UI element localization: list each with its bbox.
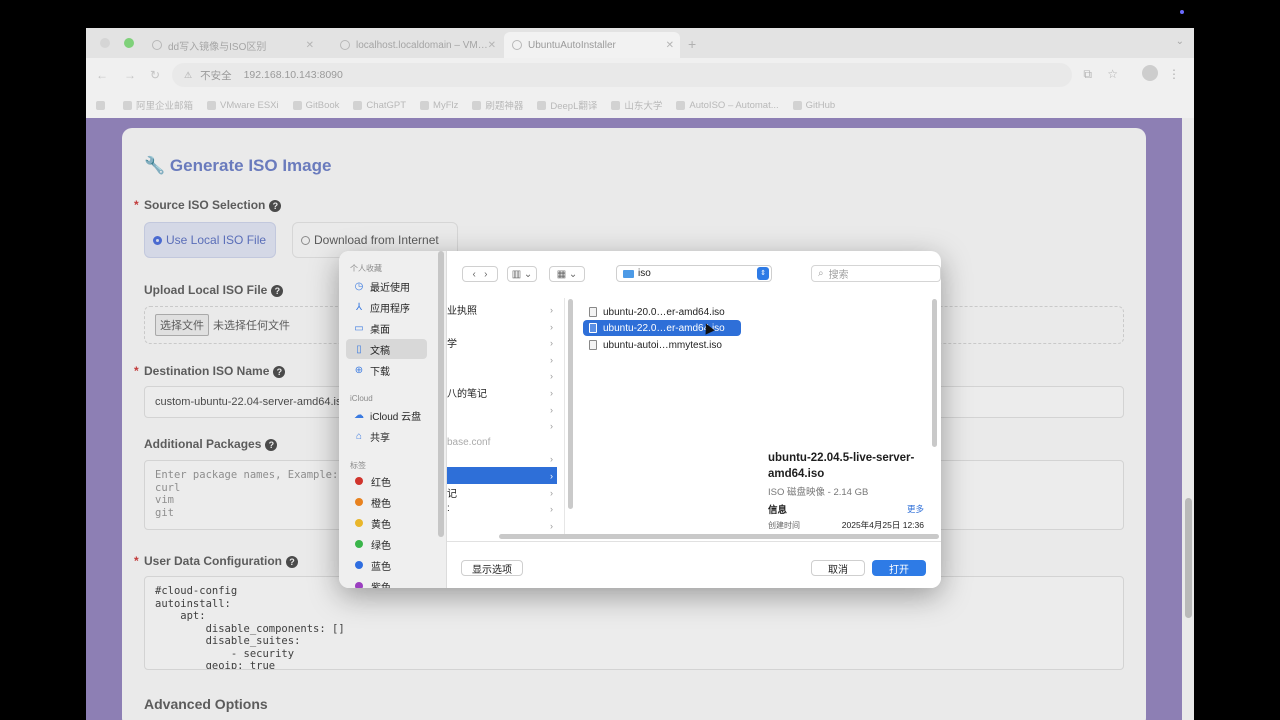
preview-more-link[interactable]: 更多 <box>907 503 924 515</box>
open-button[interactable]: 打开 <box>872 560 926 576</box>
chevron-right-icon: › <box>550 404 553 415</box>
sidebar-scrollbar[interactable] <box>438 251 444 537</box>
sidebar-tag-yellow[interactable]: 黄色 <box>346 513 427 533</box>
preview-created-date: 2025年4月25日 12:36 <box>841 520 924 530</box>
chevron-right-icon: › <box>550 304 553 315</box>
list-item-selected[interactable]: › <box>447 467 557 484</box>
list-item[interactable]: : › <box>447 500 557 517</box>
list-item[interactable]: › <box>447 450 557 467</box>
chevron-right-icon: › <box>550 487 553 498</box>
sidebar-tag-blue[interactable]: 蓝色 <box>346 555 427 575</box>
file-preview-pane: ubuntu-22.04.5-live-server-amd64.iso ISO… <box>760 298 932 531</box>
file-icon <box>589 307 597 317</box>
chevron-right-icon: › <box>550 470 553 481</box>
column-1-scrollbar[interactable] <box>568 299 573 509</box>
list-item[interactable]: › <box>447 401 557 418</box>
dialog-overlay: 个人收藏 ◷ 最近使用 ⅄ 应用程序 ▭ 桌面 ▯ 文稿 ⊕ 下载 iCloud ☁ iCl… <box>0 0 1280 720</box>
chevron-right-icon: › <box>550 453 553 464</box>
chevron-right-icon[interactable]: › <box>484 269 487 280</box>
chevron-right-icon: › <box>550 370 553 381</box>
desktop-icon: ▭ <box>354 322 364 334</box>
list-item[interactable]: 学 › <box>447 334 557 351</box>
file-item[interactable]: ubuntu-20.0…er-amd64.iso <box>583 304 741 320</box>
sidebar-item-applications[interactable]: ⅄ 应用程序 <box>346 297 427 317</box>
shared-folder-icon: ⌂ <box>355 430 363 442</box>
blue-tag-icon <box>355 561 363 569</box>
chevron-right-icon: › <box>550 520 553 531</box>
preview-created-label: 创建时间 <box>768 521 800 530</box>
file-item-selected[interactable]: ubuntu-22.0…er-amd64.iso <box>583 320 741 336</box>
list-item[interactable]: 八的笔记 › <box>447 384 557 401</box>
folder-icon <box>623 269 634 278</box>
browser-column-1: 业执照 › › 学 › › › 八的笔记 › › › base.conf › › 记 ›… <box>447 298 565 538</box>
back-forward-buttons[interactable]: ‹ › <box>462 266 498 282</box>
file-open-dialog: 个人收藏 ◷ 最近使用 ⅄ 应用程序 ▭ 桌面 ▯ 文稿 ⊕ 下载 iCloud ☁ iCl… <box>339 251 941 588</box>
show-options-button[interactable]: 显示选项 <box>461 560 523 576</box>
clock-icon: ◷ <box>354 280 364 292</box>
chevron-right-icon: › <box>550 321 553 332</box>
list-item[interactable]: › <box>447 318 557 335</box>
tags-header: 标签 <box>350 461 366 470</box>
updown-arrows-icon: ⇕ <box>757 267 769 280</box>
download-icon: ⊕ <box>354 364 364 376</box>
preview-info-label: 信息 <box>768 505 788 516</box>
cloud-icon: ☁ <box>354 409 364 421</box>
apps-icon: ⅄ <box>355 301 363 313</box>
sidebar-tag-red[interactable]: 红色 <box>346 471 427 491</box>
chevron-right-icon: › <box>550 337 553 348</box>
chevron-left-icon[interactable]: ‹ <box>472 269 475 280</box>
favorites-header: 个人收藏 <box>350 264 382 273</box>
chevron-right-icon: › <box>550 503 553 514</box>
columns-view-icon: ▥ ⌄ <box>511 268 533 280</box>
dialog-toolbar: ‹ › ▥ ⌄ ▦ ⌄ iso ⇕ ⌕ 搜索 <box>447 251 941 297</box>
orange-tag-icon <box>355 498 363 506</box>
chevron-right-icon: › <box>550 420 553 431</box>
chevron-right-icon: › <box>550 387 553 398</box>
sidebar-item-icloud-drive[interactable]: ☁ iCloud 云盘 <box>346 405 427 425</box>
document-icon: ▯ <box>356 343 362 355</box>
sidebar-item-shared[interactable]: ⌂ 共享 <box>346 426 427 446</box>
preview-kind-size: ISO 磁盘映像 - 2.14 GB <box>768 487 869 498</box>
list-item[interactable]: › <box>447 367 557 384</box>
list-item[interactable]: › <box>447 417 557 434</box>
preview-file-name: ubuntu-22.04.5-live-server-amd64.iso <box>768 452 915 480</box>
dialog-sidebar: 个人收藏 ◷ 最近使用 ⅄ 应用程序 ▭ 桌面 ▯ 文稿 ⊕ 下载 iCloud ☁ iCl… <box>339 251 447 588</box>
sidebar-tag-purple[interactable]: 紫色 <box>346 576 427 588</box>
view-mode-button[interactable]: ▥ ⌄ <box>507 266 537 282</box>
sidebar-item-downloads[interactable]: ⊕ 下载 <box>346 360 427 380</box>
group-button[interactable]: ▦ ⌄ <box>549 266 585 282</box>
preview-scrollbar[interactable] <box>932 299 937 447</box>
iso-file-list: ubuntu-20.0…er-amd64.iso ubuntu-22.0…er-… <box>583 301 745 531</box>
red-tag-icon <box>355 477 363 485</box>
sidebar-item-recents[interactable]: ◷ 最近使用 <box>346 276 427 296</box>
chevron-right-icon: › <box>550 354 553 365</box>
list-item[interactable]: 记 › <box>447 484 557 501</box>
grid-icon: ▦ ⌄ <box>556 268 578 280</box>
dialog-footer: 显示选项 取消 打开 <box>447 541 941 588</box>
sidebar-item-desktop[interactable]: ▭ 桌面 <box>346 318 427 338</box>
folder-path-select[interactable]: iso ⇕ <box>616 265 772 282</box>
list-item[interactable]: base.conf <box>447 434 557 451</box>
sidebar-item-documents[interactable]: ▯ 文稿 <box>346 339 427 359</box>
sidebar-tag-orange[interactable]: 橙色 <box>346 492 427 512</box>
search-input[interactable]: ⌕ 搜索 <box>811 265 941 282</box>
file-icon <box>589 323 597 333</box>
cancel-button[interactable]: 取消 <box>811 560 865 576</box>
horizontal-scrollbar[interactable] <box>499 534 939 539</box>
search-icon: ⌕ <box>818 268 824 279</box>
green-tag-icon <box>355 540 363 548</box>
list-item[interactable]: › <box>447 517 557 534</box>
sidebar-tag-green[interactable]: 绿色 <box>346 534 427 554</box>
file-item[interactable]: ubuntu-autoi…mmytest.iso <box>583 337 741 353</box>
yellow-tag-icon <box>355 519 363 527</box>
list-item[interactable]: 业执照 › <box>447 301 557 318</box>
file-icon <box>589 340 597 350</box>
purple-tag-icon <box>355 582 363 588</box>
list-item[interactable]: › <box>447 351 557 368</box>
icloud-header: iCloud <box>350 394 373 403</box>
